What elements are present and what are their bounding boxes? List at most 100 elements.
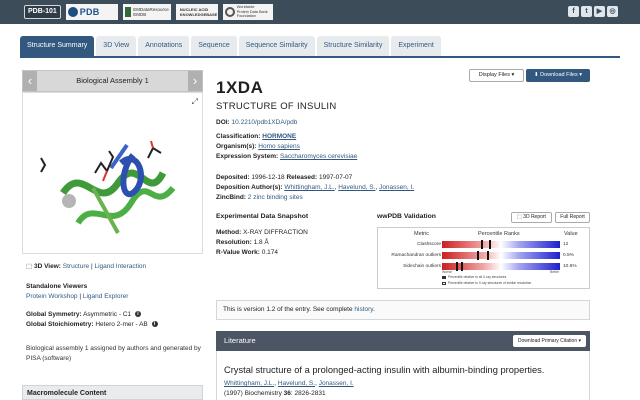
insulin-ribbon-image	[40, 140, 176, 234]
stoichiometry-value: Hetero 2-mer - AB	[95, 321, 148, 328]
version-notice: This is version 1.2 of the entry. See co…	[216, 300, 590, 320]
expand-icon[interactable]: ⤢	[192, 97, 198, 107]
deposition-authors: Deposition Author(s): Whittingham, J.L.,…	[216, 184, 414, 191]
history-link[interactable]: history	[354, 306, 373, 313]
percentile-bar	[442, 240, 560, 249]
global-symmetry: Global Symmetry: Asymmetric - C1 i	[26, 311, 141, 318]
value-column-header: Value	[564, 231, 578, 237]
assembly-title: Biological Assembly 1	[76, 76, 149, 85]
tab-structure-summary[interactable]: Structure Summary	[20, 36, 95, 56]
tab-sequence-similarity[interactable]: Sequence Similarity	[238, 36, 315, 56]
better-label: Better	[550, 270, 560, 274]
citation-pages: : 2826-2831	[290, 390, 326, 397]
experimental-snapshot-heading: Experimental Data Snapshot	[216, 213, 309, 220]
zincbind-line: ZincBind: 2 zinc binding sites	[216, 194, 303, 201]
facebook-icon[interactable]: f	[568, 6, 579, 17]
author-link[interactable]: Havelund, S.	[338, 184, 375, 191]
3d-report-button[interactable]: ⬚ 3D Report	[511, 212, 552, 223]
zincbind-link[interactable]: 2 zinc binding sites	[248, 194, 303, 201]
download-files-button[interactable]: ⬇ Download Files ▾	[526, 69, 590, 82]
nakb-logo[interactable]: NUCLEIC ACID KNOWLEDGEBASE	[175, 4, 218, 20]
ligand-explorer-link[interactable]: Ligand Explorer	[83, 293, 129, 300]
structure-link[interactable]: Structure	[63, 263, 89, 270]
tab-experiment[interactable]: Experiment	[391, 36, 441, 56]
tab-3d-view[interactable]: 3D View	[96, 36, 137, 56]
download-primary-citation-button[interactable]: Download Primary Citation ▾	[512, 335, 586, 347]
legend-all-structures: Percentile relative to all X-ray structu…	[442, 275, 506, 279]
resolution-label: Resolution:	[216, 239, 252, 246]
display-files-button[interactable]: Display Files ▾	[469, 69, 524, 82]
youtube-icon[interactable]: ▶	[594, 6, 605, 17]
info-icon[interactable]: i	[151, 321, 158, 328]
ligand-interaction-link[interactable]: Ligand Interaction	[94, 263, 146, 270]
citation-author-link[interactable]: Whittingham, J.L.	[224, 380, 274, 387]
percentile-ranks-header: Percentile Ranks	[478, 231, 520, 237]
zinc-ion-sphere	[62, 194, 76, 208]
percentile-marker-resolution	[489, 240, 491, 249]
cube-icon: ⬚	[26, 263, 33, 270]
citation-year: (1997)	[224, 390, 243, 397]
assembly-note: Biological assembly 1 assigned by author…	[26, 345, 201, 362]
author-link[interactable]: Whittingham, J.L.	[284, 184, 334, 191]
citation-author-link[interactable]: Jonassen, I.	[319, 380, 354, 387]
organism-link[interactable]: Homo sapiens	[258, 143, 300, 150]
top-banner: PDB-101 PDB EMDataResource EMDB NUCLEIC A…	[0, 0, 640, 24]
macromolecule-content-heading[interactable]: Macromolecule Content	[22, 385, 203, 400]
released-label: Released:	[286, 174, 318, 181]
validation-row: Sidechain outliers 10.6%	[378, 262, 589, 271]
version-suffix: .	[373, 306, 375, 313]
doi-link[interactable]: 10.2210/pdb1XDA/pdb	[232, 119, 298, 126]
link-separator: |	[79, 293, 82, 300]
tab-sequence[interactable]: Sequence	[191, 36, 237, 56]
zincbind-label: ZincBind:	[216, 194, 246, 201]
previous-assembly-arrow-icon[interactable]: ‹	[23, 71, 37, 91]
validation-row: Clashscore 12	[378, 240, 589, 249]
nakb-logo-text: NUCLEIC ACID KNOWLEDGEBASE	[179, 7, 218, 17]
doi-label: DOI:	[216, 119, 230, 126]
expression-system-link[interactable]: Saccharomyces cerevisiae	[280, 153, 357, 160]
validation-metric-label: Clashscore	[417, 242, 441, 247]
deposited-label: Deposited:	[216, 174, 250, 181]
citation-title: Crystal structure of a prolonged-acting …	[224, 365, 545, 375]
author-link[interactable]: Jonassen, I.	[379, 184, 414, 191]
deposition-dates: Deposited: 1996-12-18 Released: 1997-07-…	[216, 174, 352, 181]
entry-tabs: Structure Summary 3D View Annotations Se…	[20, 36, 620, 58]
full-report-button[interactable]: Full Report	[555, 212, 590, 223]
tab-structure-similarity[interactable]: Structure Similarity	[316, 36, 390, 56]
stoichiometry-label: Global Stoichiometry:	[26, 321, 94, 328]
rcsb-seal-icon	[67, 7, 78, 17]
next-assembly-arrow-icon[interactable]: ›	[188, 71, 202, 91]
info-icon[interactable]: i	[134, 311, 141, 318]
legend-similar-resolution: Percentile relative to X-ray structures …	[442, 281, 531, 285]
emdb-logo[interactable]: EMDataResource EMDB	[122, 4, 171, 20]
validation-row: Ramachandran outliers 0.5%	[378, 251, 589, 260]
twitter-icon[interactable]: t	[581, 6, 592, 17]
link-separator: |	[90, 263, 93, 270]
validation-slider-graphic[interactable]: Metric Percentile Ranks Value Clashscore…	[377, 227, 590, 289]
logo-strip: PDB-101 PDB EMDataResource EMDB NUCLEIC A…	[24, 3, 273, 21]
citation-volume: 36	[283, 390, 291, 397]
doi-line: DOI: 10.2210/pdb1XDA/pdb	[216, 119, 297, 126]
legend-swatch	[442, 275, 446, 279]
tab-annotations[interactable]: Annotations	[138, 36, 190, 56]
standalone-viewers-heading: Standalone Viewers	[26, 283, 88, 290]
symmetry-label: Global Symmetry:	[26, 311, 82, 318]
ribbon-green	[60, 169, 176, 234]
citation-author-link[interactable]: Havelund, S.	[278, 380, 315, 387]
wwpdb-foundation-logo[interactable]: Worldwide Protein Data Bank Foundation	[222, 4, 273, 20]
classification-label: Classification:	[216, 133, 261, 140]
resolution-value: 1.8 Å	[253, 239, 269, 246]
expression-system-label: Expression System:	[216, 153, 279, 160]
author-separator: ,	[315, 380, 317, 387]
3d-view-links: ⬚ 3D View: Structure | Ligand Interactio…	[26, 262, 146, 270]
classification-link[interactable]: HORMONE	[262, 133, 296, 140]
structure-image[interactable]: ⤢	[22, 92, 203, 254]
emdb-logo-text: EMDataResource EMDB	[133, 7, 169, 17]
github-icon[interactable]: ◎	[607, 6, 618, 17]
classification-line: Classification: HORMONE	[216, 133, 296, 140]
pdb101-logo[interactable]: PDB-101	[24, 5, 61, 19]
protein-workshop-link[interactable]: Protein Workshop	[26, 293, 78, 300]
rcsb-pdb-logo[interactable]: PDB	[65, 4, 118, 20]
rcsb-logo-text: PDB	[79, 7, 100, 17]
symmetry-value: Asymmetric - C1	[83, 311, 132, 318]
